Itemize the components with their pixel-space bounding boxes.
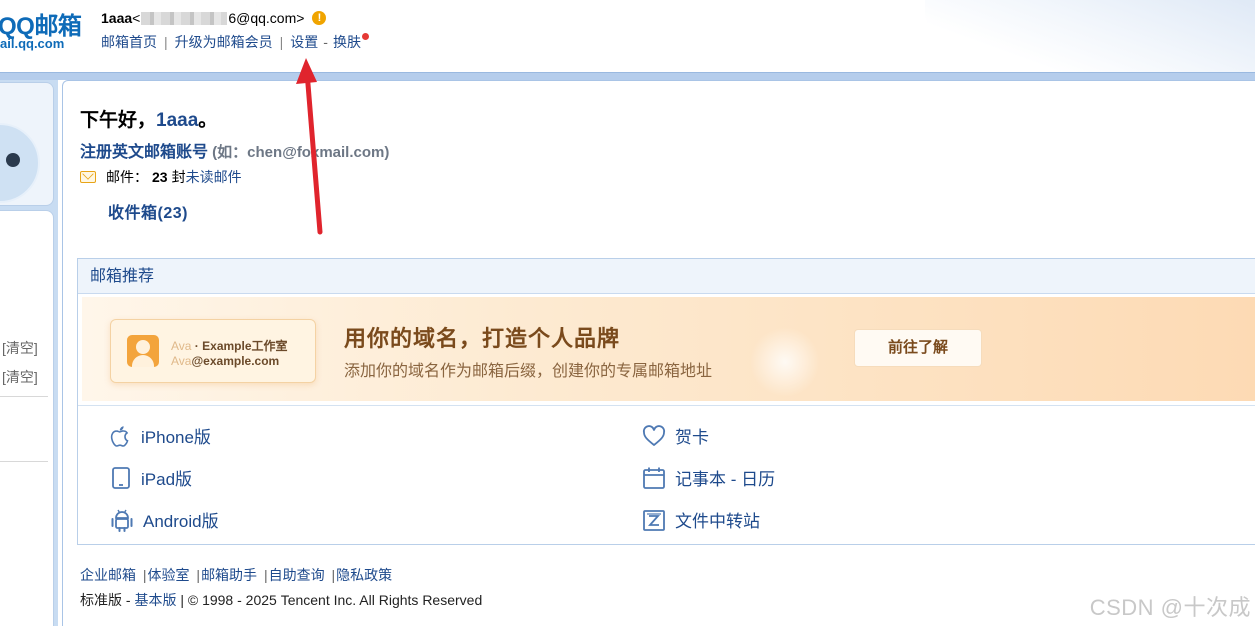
- user-email-suffix: 6@qq.com>: [228, 10, 305, 26]
- sidebar-promo-card[interactable]: [0, 82, 54, 206]
- custom-domain-banner[interactable]: Ava · Example工作室 Ava@example.com 用你的域名，打…: [82, 297, 1255, 401]
- greeting-suffix: 。: [198, 110, 218, 131]
- logo-subtitle: ail.qq.com: [0, 36, 65, 51]
- nav-mail-home[interactable]: 邮箱首页: [101, 32, 157, 52]
- avatar-icon: [127, 335, 159, 367]
- unread-count: 23: [152, 169, 168, 185]
- banner-headline: 用你的域名，打造个人品牌: [344, 326, 621, 351]
- unread-summary: 邮件： 23 封 未读邮件: [80, 167, 242, 187]
- register-english-link[interactable]: 注册英文邮箱账号: [80, 144, 208, 161]
- footer-link-lab[interactable]: 体验室: [148, 567, 190, 583]
- recommend-divider: [78, 405, 1255, 406]
- nav-change-skin[interactable]: 换肤: [333, 32, 361, 52]
- sidebar-divider: [0, 461, 48, 462]
- footer-link-assistant[interactable]: 邮箱助手: [201, 567, 257, 583]
- mail-unit: 封: [171, 169, 186, 185]
- mail-label: 邮件：: [106, 169, 148, 185]
- main-panel: 下午好，1aaa。 注册英文邮箱账号 (如：chen@foxmail.com) …: [62, 80, 1255, 626]
- app-iphone-label: iPhone版: [141, 428, 211, 447]
- app-android-label: Android版: [143, 512, 219, 531]
- envelope-icon: [80, 171, 96, 183]
- footer-separator: |: [263, 567, 268, 583]
- card-domain: @example.com: [191, 354, 280, 368]
- clear-folder-link[interactable]: [清空]: [2, 338, 38, 358]
- app-notebook-calendar[interactable]: 记事本 - 日历: [642, 465, 775, 490]
- footer-link-privacy[interactable]: 隐私政策: [336, 567, 392, 583]
- footer-dash: -: [122, 592, 135, 608]
- clear-folder-link[interactable]: [清空]: [2, 367, 38, 387]
- apple-icon: [110, 425, 129, 447]
- user-email-prefix: <: [132, 10, 141, 26]
- app-iphone[interactable]: iPhone版: [110, 423, 211, 448]
- top-header: QQ邮箱 ail.qq.com 1aaa < 6@qq.com> ! 邮箱首页 …: [0, 0, 1255, 72]
- user-info: 1aaa < 6@qq.com> !: [101, 10, 327, 26]
- calendar-icon: [643, 467, 665, 489]
- header-cloud-decoration: [925, 0, 1255, 72]
- unread-mail-link[interactable]: 未读邮件: [186, 167, 242, 187]
- app-ipad[interactable]: iPad版: [110, 465, 192, 490]
- ipad-icon: [112, 466, 130, 489]
- card-studio: Example工作室: [202, 339, 288, 353]
- basic-version-link[interactable]: 基本版: [134, 592, 176, 608]
- app-file-transfer[interactable]: 文件中转站: [642, 507, 760, 532]
- heart-icon: [642, 424, 666, 446]
- top-nav: 邮箱首页 | 升级为邮箱会员 | 设置 - 换肤: [101, 32, 369, 52]
- app-notebook-calendar-label: 记事本 - 日历: [675, 470, 776, 489]
- footer-separator: |: [331, 567, 336, 583]
- domain-example-card: Ava · Example工作室 Ava@example.com: [110, 319, 316, 383]
- footer-copyright: 标准版 - 基本版 | © 1998 - 2025 Tencent Inc. A…: [80, 590, 482, 610]
- file-transfer-icon: [643, 509, 665, 531]
- mascot-image: [0, 123, 40, 203]
- footer-links: 企业邮箱 |体验室 |邮箱助手 |自助查询 |隐私政策: [80, 565, 392, 585]
- app-greeting-card-label: 贺卡: [675, 428, 709, 447]
- arrow-head: [296, 58, 317, 84]
- app-android[interactable]: Android版: [110, 507, 219, 532]
- app-file-transfer-label: 文件中转站: [675, 512, 760, 531]
- arrow-shaft: [304, 69, 323, 235]
- standard-version-label: 标准版: [80, 592, 122, 608]
- header-band: [0, 72, 1255, 80]
- inbox-link[interactable]: 收件箱(23): [108, 199, 188, 223]
- android-icon: [111, 509, 133, 532]
- sparkle-decoration: [750, 327, 820, 397]
- user-name: 1aaa: [101, 10, 133, 26]
- recommend-title: 邮箱推荐: [78, 259, 1255, 294]
- banner-subline: 添加你的域名作为邮箱后缀，创建你的专属邮箱地址: [344, 363, 713, 380]
- nav-dash: -: [323, 34, 328, 50]
- left-sidebar: [清空] [清空]: [0, 80, 58, 626]
- qq-mail-logo[interactable]: QQ邮箱 ail.qq.com: [0, 6, 82, 54]
- card-line-domain: Ava@example.com: [171, 354, 279, 368]
- nav-separator: |: [164, 34, 168, 50]
- footer-link-self-service[interactable]: 自助查询: [269, 567, 325, 583]
- footer-separator: |: [142, 567, 147, 583]
- greeting-prefix: 下午好，: [80, 110, 157, 131]
- app-ipad-label: iPad版: [141, 470, 193, 489]
- card-dot: ·: [191, 339, 203, 353]
- sidebar-divider: [0, 396, 48, 397]
- annotation-arrow: [296, 58, 323, 235]
- nav-separator: |: [279, 34, 284, 50]
- csdn-watermark: CSDN @十次成: [1089, 595, 1251, 620]
- nav-upgrade-member[interactable]: 升级为邮箱会员: [175, 32, 273, 52]
- email-mosaic: [141, 11, 228, 25]
- copyright-text: | © 1998 - 2025 Tencent Inc. All Rights …: [176, 592, 483, 608]
- footer-separator: |: [196, 567, 201, 583]
- card-name: Ava: [171, 354, 192, 368]
- card-line-studio: Ava · Example工作室: [171, 337, 288, 354]
- new-badge-dot: [361, 32, 369, 40]
- recommend-box: 邮箱推荐 Ava · Example工作室 Ava@example.com 用你…: [77, 258, 1255, 545]
- app-greeting-card[interactable]: 贺卡: [642, 423, 709, 448]
- footer-link-enterprise[interactable]: 企业邮箱: [80, 567, 136, 583]
- card-name: Ava: [171, 339, 192, 353]
- nav-settings[interactable]: 设置: [290, 32, 318, 52]
- sidebar-folder-panel: [清空] [清空]: [0, 210, 54, 626]
- learn-more-button[interactable]: 前往了解: [854, 329, 982, 367]
- greeting-user-name: 1aaa: [156, 110, 199, 131]
- warning-icon[interactable]: !: [312, 11, 327, 25]
- greeting: 下午好，1aaa。: [80, 105, 217, 132]
- register-english-account: 注册英文邮箱账号 (如：chen@foxmail.com): [80, 138, 389, 162]
